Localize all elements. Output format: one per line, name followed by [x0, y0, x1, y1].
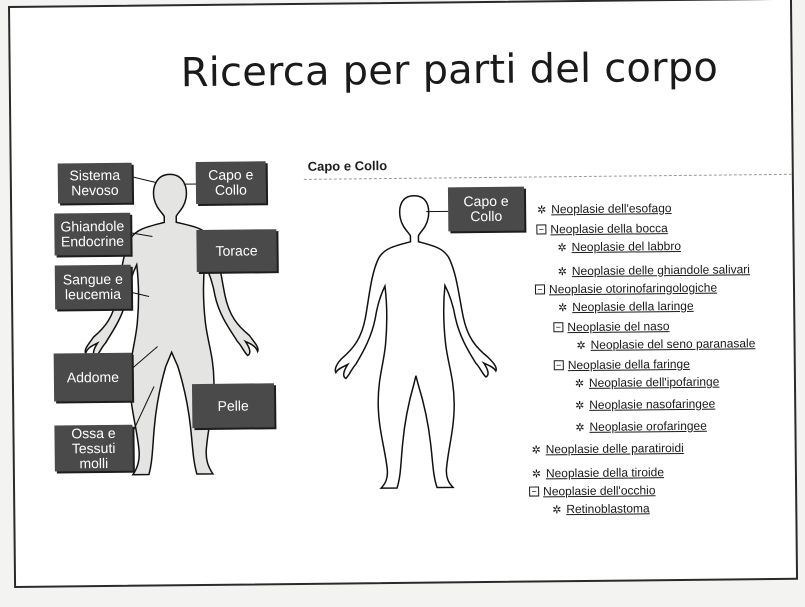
connector-line [131, 176, 156, 183]
label-sistema-nervoso[interactable]: Sistema Nevoso [57, 162, 133, 204]
label-pelle[interactable]: Pelle [191, 383, 275, 429]
label-addome[interactable]: Addome [53, 352, 133, 402]
tree-item[interactable]: ✲ Neoplasie della laringe [557, 299, 694, 314]
tree-item[interactable]: ✲ Neoplasie nasofaringee [574, 397, 715, 412]
leaf-node-icon: ✲ [531, 467, 542, 481]
tree-item[interactable]: − Neoplasie della faringe [553, 357, 690, 372]
label-ossa-tessuti-molli[interactable]: Ossa e Tessuti molli [54, 424, 133, 472]
collapse-node-icon[interactable]: − [536, 224, 547, 235]
collapse-node-icon[interactable]: − [529, 486, 540, 497]
page-title: Ricerca per parti del corpo [180, 44, 719, 97]
tree-item[interactable]: ✲ Neoplasie della tiroide [531, 465, 664, 480]
leaf-node-icon: ✲ [536, 203, 547, 216]
tree-item[interactable]: − Neoplasie del naso [553, 319, 670, 334]
body-outline-right [334, 195, 497, 489]
leaf-node-icon: ✲ [552, 503, 562, 516]
collapse-node-icon[interactable]: − [534, 284, 546, 295]
label-ghiandole-endocrine[interactable]: Ghiandole Endocrine [54, 212, 131, 256]
leaf-node-icon: ✲ [574, 377, 585, 390]
leaf-node-icon: ✲ [558, 301, 568, 314]
leaf-node-icon: ✲ [576, 339, 586, 352]
collapse-node-icon[interactable]: − [553, 322, 564, 333]
leaf-node-icon: ✲ [557, 265, 567, 278]
leaf-node-icon: ✲ [575, 421, 585, 434]
tree-item[interactable]: ✲ Neoplasie delle paratiroidi [531, 441, 684, 457]
tree-item[interactable]: ✲ Neoplasie dell'ipofaringe [574, 375, 720, 391]
label-torace[interactable]: Torace [196, 229, 277, 273]
tree-item[interactable]: ✲ Neoplasie delle ghiandole salivari [557, 262, 750, 278]
body-map-left: Sistema Nevoso Capo e Collo Ghiandole En… [52, 155, 305, 488]
tree-item[interactable]: − Neoplasie della bocca [536, 221, 668, 236]
tree-item[interactable]: ✲ Neoplasie orofaringee [574, 419, 707, 434]
label-sangue-leucemia[interactable]: Sangue e leucemia [54, 264, 132, 310]
tree-item[interactable]: ✲ Neoplasie del seno paranasale [576, 336, 755, 352]
panel-label-capo-collo[interactable]: Capo e Collo [447, 186, 525, 232]
slide: Ricerca per parti del corpo Sistema Nevo… [8, 0, 799, 588]
tree-item[interactable]: ✲ Neoplasie del labbro [556, 239, 681, 254]
label-capo-collo[interactable]: Capo e Collo [195, 161, 267, 205]
leaf-node-icon: ✲ [557, 241, 567, 254]
leaf-node-icon: ✲ [531, 443, 541, 457]
panel-divider [303, 173, 792, 180]
leaf-node-icon: ✲ [575, 399, 585, 412]
tree-item[interactable]: − Neoplasie otorinofaringologiche [534, 281, 717, 297]
tree-item[interactable]: ✲ Retinoblastoma [551, 501, 650, 516]
tree-item[interactable]: ✲ Neoplasie dell'esofago [536, 201, 672, 216]
tree-item[interactable]: − Neoplasie dell'occhio [529, 483, 656, 498]
collapse-node-icon[interactable]: − [553, 360, 564, 371]
panel-title: Capo e Collo [307, 158, 388, 174]
